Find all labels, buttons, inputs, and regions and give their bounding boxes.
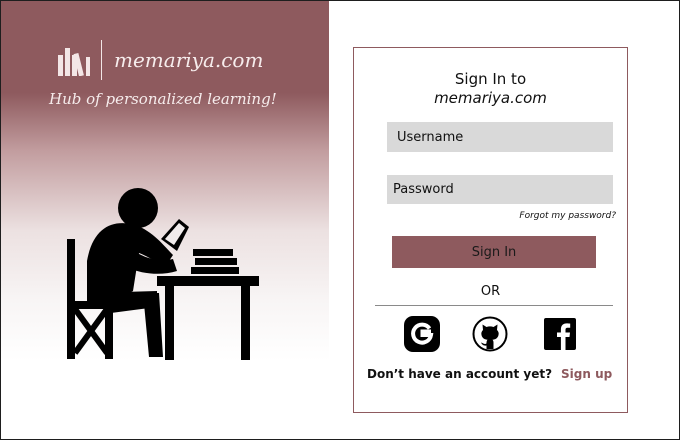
username-input[interactable] <box>387 122 613 152</box>
google-login-button[interactable] <box>404 316 440 352</box>
facebook-icon <box>544 318 576 350</box>
or-label: OR <box>480 284 501 299</box>
login-screen: memariya.com Hub of personalized learnin… <box>0 0 680 440</box>
tagline: Hub of personalized learning! <box>49 90 277 108</box>
forgot-password-link[interactable]: Forgot my password? <box>519 211 616 221</box>
password-input[interactable] <box>387 175 613 204</box>
signin-title: Sign In to <box>454 70 527 88</box>
signin-button[interactable]: Sign In <box>392 236 596 268</box>
github-icon <box>472 316 508 352</box>
facebook-login-button[interactable] <box>544 318 576 350</box>
branding-panel: memariya.com Hub of personalized learnin… <box>1 1 329 439</box>
signin-card: Sign In to memariya.com Forgot my passwo… <box>353 47 628 413</box>
github-login-button[interactable] <box>472 316 508 352</box>
brand-name: memariya.com <box>114 48 264 72</box>
no-account-text: Don’t have an account yet? <box>367 367 553 381</box>
logo: memariya.com <box>57 39 263 81</box>
signin-brand: memariya.com <box>434 89 547 107</box>
books-icon <box>58 48 90 76</box>
signup-link[interactable]: Sign up <box>561 367 612 381</box>
divider <box>375 305 613 306</box>
logo-divider <box>101 40 102 80</box>
student-studying-illustration <box>67 188 259 360</box>
google-icon <box>404 316 440 352</box>
